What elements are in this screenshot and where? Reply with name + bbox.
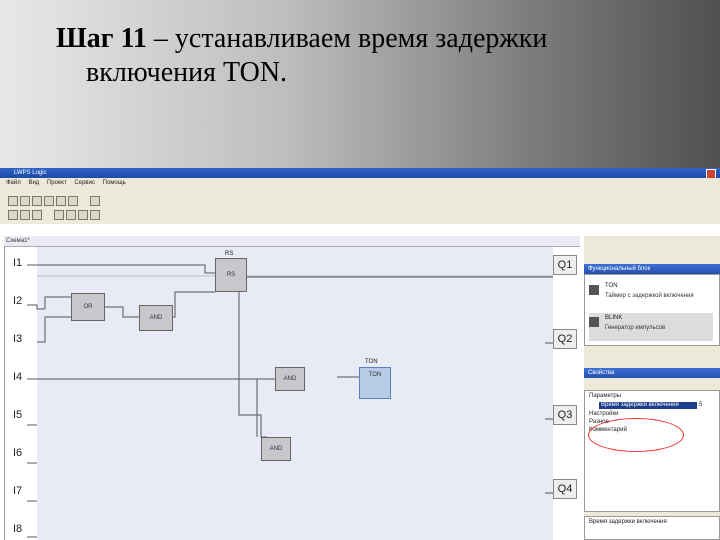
rs-block[interactable]: RS [215, 258, 247, 292]
rs-block-text: RS [226, 272, 236, 278]
and-block-3[interactable]: AND [261, 437, 291, 461]
input-i6[interactable]: I6 [13, 447, 22, 459]
wire-i1-rs [27, 264, 215, 274]
rs-block-label: RS [225, 251, 234, 257]
slide-title-line2: включения TON. [86, 57, 288, 88]
and-block-3-text: AND [269, 446, 283, 452]
grid-icon[interactable] [78, 210, 88, 220]
app-window: LWPS Logic Файл Вид Проект Сервис Помощь… [0, 168, 720, 540]
save-icon[interactable] [32, 196, 42, 206]
canvas-tab-label: Схема1* [6, 238, 30, 244]
timer-icon [589, 285, 599, 295]
menu-help[interactable]: Помощь [103, 180, 126, 186]
diagram-canvas[interactable]: I1 I2 I3 I4 I5 I6 I7 I8 Q1 Q2 Q3 Q4 RS R… [4, 247, 581, 540]
or-block[interactable]: OR [71, 293, 105, 321]
slide-title-text: – устанавливаем время задержки [146, 23, 548, 54]
menu-file[interactable]: Файл [6, 180, 21, 186]
highlight-ellipse [588, 418, 684, 452]
input-i3[interactable]: I3 [13, 333, 22, 345]
input-i8[interactable]: I8 [13, 523, 22, 535]
delay-time-value[interactable]: 5 [699, 402, 702, 408]
slide-title-step: Шаг 11 [56, 23, 147, 54]
slide-header: Шаг 11 – устанавливаем время задержки вк… [0, 0, 720, 168]
fb-panel-title: Функциональный блок [588, 266, 651, 272]
side-panel: Функциональный блок TON Таймер с задержк… [584, 236, 720, 540]
menu-bar: Файл Вид Проект Сервис Помощь [0, 178, 720, 188]
window-title: LWPS Logic [14, 170, 47, 176]
output-q4[interactable]: Q4 [553, 479, 577, 499]
wire-i2-or [27, 296, 71, 310]
window-titlebar: LWPS Logic [0, 168, 720, 179]
fb-panel-header: Функциональный блок [584, 264, 720, 274]
and-block-1-text: AND [149, 315, 163, 321]
fb-item-blink-name: BLINK [605, 315, 623, 321]
slide-title: Шаг 11 – устанавливаем время задержки вк… [56, 22, 616, 90]
wiring-diagram [27, 264, 553, 538]
input-i7[interactable]: I7 [13, 485, 22, 497]
open-file-icon[interactable] [20, 196, 30, 206]
copy-icon[interactable] [68, 196, 78, 206]
or-block-text: OR [83, 304, 93, 310]
redo-icon[interactable] [66, 210, 76, 220]
props-panel-title: Свойства [588, 370, 615, 376]
fb-list: TON Таймер с задержкой включения BLINK Г… [584, 274, 720, 346]
menu-view[interactable]: Вид [28, 180, 39, 186]
and-block-1[interactable]: AND [139, 305, 173, 331]
input-i2[interactable]: I2 [13, 295, 22, 307]
ton-block-label: TON [365, 359, 378, 365]
pointer-tool-icon[interactable] [20, 210, 30, 220]
simulation-icon[interactable] [90, 210, 100, 220]
canvas-tab[interactable]: Схема1* [4, 236, 580, 247]
fb-item-ton[interactable]: TON Таймер с задержкой включения [589, 281, 713, 309]
print-icon[interactable] [44, 196, 54, 206]
wire-i3-or [37, 316, 71, 343]
library-toolbar [584, 236, 720, 246]
new-file-icon[interactable] [8, 196, 18, 206]
generator-icon [589, 317, 599, 327]
fb-scroll[interactable] [584, 348, 720, 358]
fb-item-ton-name: TON [605, 283, 618, 289]
wire-or-and1 [103, 306, 139, 318]
fb-item-blink[interactable]: BLINK Генератор импульсов [589, 313, 713, 341]
help-box-title: Время задержки включения [589, 519, 667, 525]
cut-icon[interactable] [56, 196, 66, 206]
and-block-2[interactable]: AND [275, 367, 305, 391]
ton-block[interactable]: TON [359, 367, 391, 399]
output-q1[interactable]: Q1 [553, 255, 577, 275]
prop-params[interactable]: Параметры [589, 393, 621, 399]
wire-and1-rs [171, 291, 215, 318]
zoom-icon[interactable] [90, 196, 100, 206]
prop-delay[interactable]: Время задержки включения 5 [589, 401, 713, 410]
prop-settings[interactable]: Настройки [589, 411, 618, 417]
output-q3[interactable]: Q3 [553, 405, 577, 425]
input-i1[interactable]: I1 [13, 257, 22, 269]
props-panel-header: Свойства [584, 368, 720, 378]
ton-block-text: TON [368, 372, 382, 378]
undo-icon[interactable] [54, 210, 64, 220]
wire-rs-and3 [238, 285, 267, 438]
output-q2[interactable]: Q2 [553, 329, 577, 349]
text-tool-icon[interactable] [32, 210, 42, 220]
fb-item-blink-desc: Генератор импульсов [605, 325, 666, 331]
input-i5[interactable]: I5 [13, 409, 22, 421]
help-box: Время задержки включения [584, 516, 720, 540]
delay-time-field[interactable]: Время задержки включения [599, 402, 697, 409]
fb-item-ton-desc: Таймер с задержкой включения [605, 293, 694, 299]
menu-project[interactable]: Проект [47, 180, 67, 186]
toolbar [0, 188, 720, 224]
input-i4[interactable]: I4 [13, 371, 22, 383]
and-block-2-text: AND [283, 376, 297, 382]
wire-tool-icon[interactable] [8, 210, 18, 220]
menu-service[interactable]: Сервис [74, 180, 95, 186]
